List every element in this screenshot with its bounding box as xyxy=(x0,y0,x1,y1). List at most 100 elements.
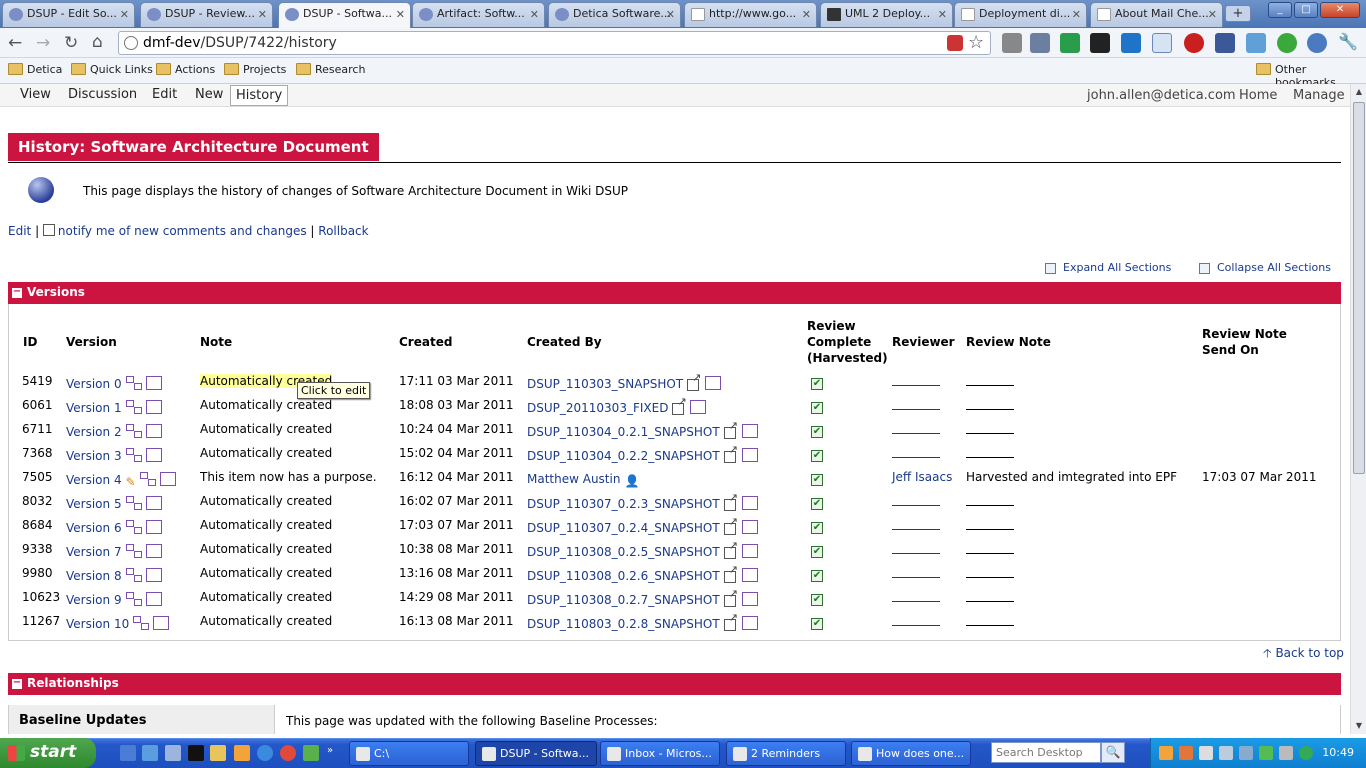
chrome-icon[interactable] xyxy=(280,745,296,761)
created-by-link[interactable]: DSUP_110307_0.2.3_SNAPSHOT xyxy=(527,497,720,511)
review-note-text[interactable]: Harvested and imtegrated into EPF xyxy=(966,470,1177,484)
hierarchy-icon[interactable] xyxy=(139,472,156,486)
note-text[interactable]: Automatically created xyxy=(200,566,332,580)
back-to-top-link[interactable]: 🡡 Back to top xyxy=(1263,644,1344,665)
version-link[interactable]: Version 0 xyxy=(66,377,122,391)
collapse-all-button[interactable]: Collapse All Sections xyxy=(1199,261,1331,274)
text-view-icon[interactable] xyxy=(741,448,758,462)
home-icon[interactable]: ⌂ xyxy=(92,32,103,52)
menu-new[interactable]: New xyxy=(195,87,223,102)
bookmark-folder[interactable]: Projects xyxy=(224,63,286,76)
text-view-icon[interactable] xyxy=(690,400,707,414)
text-view-icon[interactable] xyxy=(741,592,758,606)
command-prompt-icon[interactable] xyxy=(188,745,204,761)
review-complete-checkbox[interactable]: ✔ xyxy=(811,546,823,558)
reviewer-field[interactable] xyxy=(892,566,940,578)
text-view-icon[interactable] xyxy=(145,568,162,582)
browser-tab-active[interactable]: DSUP - Softwa... ✕ xyxy=(278,2,411,28)
note-text[interactable]: Automatically created xyxy=(200,422,332,436)
text-view-icon[interactable] xyxy=(145,448,162,462)
tray-search-icon[interactable] xyxy=(1199,746,1213,760)
created-by-link[interactable]: Matthew Austin xyxy=(527,472,620,486)
review-complete-checkbox[interactable]: ✔ xyxy=(811,618,823,630)
text-view-icon[interactable] xyxy=(741,496,758,510)
external-link-icon[interactable] xyxy=(672,395,687,415)
mail-checker-icon[interactable] xyxy=(1030,33,1050,53)
folder-icon[interactable] xyxy=(210,745,226,761)
rollback-link[interactable]: Rollback xyxy=(318,224,368,238)
review-complete-checkbox[interactable]: ✔ xyxy=(811,378,823,390)
created-by-link[interactable]: DSUP_110303_SNAPSHOT xyxy=(527,377,683,391)
browser-tab[interactable]: Artifact: Softw... ✕ xyxy=(412,2,545,27)
home-link[interactable]: Home xyxy=(1239,88,1277,103)
created-by-link[interactable]: DSUP_110308_0.2.5_SNAPSHOT xyxy=(527,545,720,559)
taskbar-window[interactable]: Inbox - Micros... xyxy=(600,741,720,766)
tray-security-icon[interactable] xyxy=(1299,746,1313,760)
tray-outlook-icon[interactable] xyxy=(1159,746,1173,760)
external-link-icon[interactable] xyxy=(723,539,738,559)
extension-gear-icon[interactable] xyxy=(1002,33,1022,53)
browser-tab[interactable]: UML 2 Deploy... ✕ xyxy=(820,2,953,27)
text-view-icon[interactable] xyxy=(741,616,758,630)
ie-tab-icon[interactable] xyxy=(1152,33,1172,53)
bookmark-folder[interactable]: Quick Links xyxy=(71,63,153,76)
text-view-icon[interactable] xyxy=(145,424,162,438)
review-complete-checkbox[interactable]: ✔ xyxy=(811,402,823,414)
expand-all-button[interactable]: Expand All Sections xyxy=(1045,261,1171,274)
hierarchy-icon[interactable] xyxy=(125,496,142,510)
review-note-field[interactable] xyxy=(966,494,1014,506)
notify-checkbox[interactable] xyxy=(42,224,55,236)
browser-tab[interactable]: DSUP - Review... ✕ xyxy=(140,2,273,27)
version-link[interactable]: Version 10 xyxy=(66,617,129,631)
close-icon[interactable]: ✕ xyxy=(396,8,405,21)
review-complete-checkbox[interactable]: ✔ xyxy=(811,474,823,486)
scrollbar-thumb[interactable] xyxy=(1353,102,1365,474)
text-view-icon[interactable] xyxy=(741,568,758,582)
manage-link[interactable]: Manage xyxy=(1293,88,1345,103)
versions-section-header[interactable]: − Versions xyxy=(8,282,1341,304)
review-note-field[interactable] xyxy=(966,398,1014,410)
note-text[interactable]: Automatically created xyxy=(200,542,332,556)
menu-view[interactable]: View xyxy=(20,87,51,102)
created-by-link[interactable]: DSUP_110308_0.2.7_SNAPSHOT xyxy=(527,593,720,607)
hierarchy-icon[interactable] xyxy=(125,544,142,558)
desktop-search-input[interactable]: Search Desktop xyxy=(991,742,1101,763)
review-complete-checkbox[interactable]: ✔ xyxy=(811,450,823,462)
close-window-button[interactable]: ✕ xyxy=(1320,2,1360,18)
note-text[interactable]: This item now has a purpose. xyxy=(200,470,377,484)
taskbar-window[interactable]: How does one... xyxy=(851,741,971,766)
reviewer-field[interactable] xyxy=(892,494,940,506)
scroll-up-icon[interactable]: ▲ xyxy=(1351,84,1366,100)
bookmark-folder[interactable]: Detica xyxy=(8,63,62,76)
taskbar-window-active[interactable]: DSUP - Softwa... xyxy=(475,741,597,766)
review-complete-checkbox[interactable]: ✔ xyxy=(811,426,823,438)
globe-extension-icon[interactable] xyxy=(1307,33,1327,53)
puzzle-icon[interactable] xyxy=(1090,33,1110,53)
browser-tab[interactable]: Deployment di... ✕ xyxy=(954,2,1087,27)
hierarchy-icon[interactable] xyxy=(125,448,142,462)
tray-app-icon[interactable] xyxy=(1179,746,1193,760)
version-link[interactable]: Version 7 xyxy=(66,545,122,559)
note-text[interactable]: Automatically created xyxy=(200,494,332,508)
review-complete-checkbox[interactable]: ✔ xyxy=(811,498,823,510)
computer-icon[interactable] xyxy=(165,745,181,761)
note-text[interactable]: Automatically created xyxy=(200,446,332,460)
version-link[interactable]: Version 5 xyxy=(66,497,122,511)
vertical-scrollbar[interactable]: ▲ ▼ xyxy=(1350,84,1366,734)
pdf-icon[interactable] xyxy=(947,35,963,51)
stop-icon[interactable] xyxy=(1184,33,1204,53)
network-icon[interactable] xyxy=(142,745,158,761)
reviewer-field[interactable] xyxy=(892,590,940,602)
review-note-field[interactable] xyxy=(966,518,1014,530)
external-link-icon[interactable] xyxy=(723,443,738,463)
external-link-icon[interactable] xyxy=(687,371,701,391)
review-note-field[interactable] xyxy=(966,422,1014,434)
close-icon[interactable]: ✕ xyxy=(120,8,129,21)
text-view-icon[interactable] xyxy=(705,376,722,390)
browser-tab[interactable]: Detica Software... ✕ xyxy=(548,2,681,27)
version-link[interactable]: Version 2 xyxy=(66,425,122,439)
notify-label[interactable]: notify me of new comments and changes xyxy=(58,224,307,238)
text-view-icon[interactable] xyxy=(741,424,758,438)
close-icon[interactable]: ✕ xyxy=(1072,8,1081,21)
checkmark-icon[interactable] xyxy=(1277,33,1297,53)
